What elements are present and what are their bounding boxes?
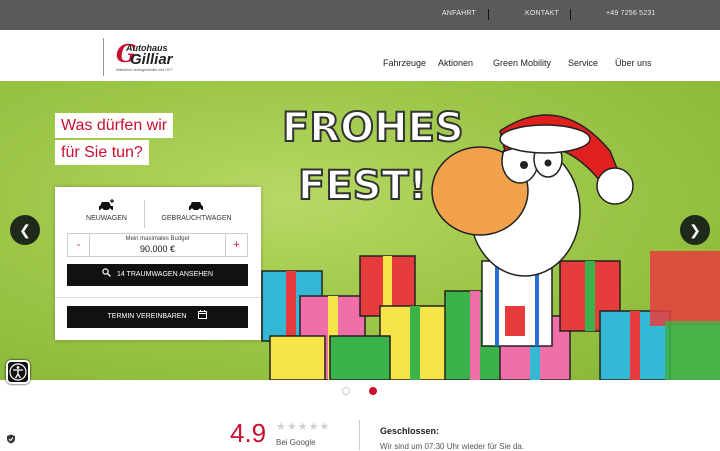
tab-neuwagen[interactable]: NEUWAGEN — [55, 187, 158, 233]
nav-green-mobility[interactable]: Green Mobility — [493, 58, 551, 68]
budget-value[interactable]: 90.000 € — [90, 244, 225, 254]
question-line2: für Sie tun? — [55, 140, 149, 165]
top-bar: ANFAHRT KONTAKT +49 7256 5231 — [0, 0, 720, 30]
tab-gebrauchtwagen[interactable]: GEBRAUCHTWAGEN — [145, 187, 248, 233]
divider — [570, 9, 571, 20]
tab-neuwagen-label: NEUWAGEN — [86, 215, 127, 222]
greeting-line2: FEST! — [298, 163, 427, 209]
nav-ueber-uns[interactable]: Über uns — [615, 58, 652, 68]
car-icon — [189, 202, 203, 212]
search-icon — [102, 268, 111, 277]
car-new-icon — [99, 199, 114, 212]
link-anfahrt[interactable]: ANFAHRT — [442, 10, 476, 17]
status-title: Geschlossen: — [380, 426, 440, 436]
rating-value: 4.9 — [230, 418, 267, 448]
nav-service[interactable]: Service — [568, 58, 598, 68]
slider-next-button[interactable]: ❯ — [680, 215, 710, 245]
privacy-shield-icon[interactable] — [4, 432, 18, 446]
greeting-line1: FROHES — [282, 105, 464, 151]
divider — [488, 9, 489, 20]
main-header: G Autohaus Gilliar Mitsubishi-Vertragshä… — [0, 30, 720, 81]
nav-aktionen[interactable]: Aktionen — [438, 58, 473, 68]
calendar-icon — [198, 310, 208, 319]
logo-line2: Gilliar — [130, 51, 173, 68]
slider-prev-button[interactable]: ❮ — [10, 215, 40, 245]
budget-decrease-button[interactable]: - — [68, 234, 90, 256]
chevron-left-icon: ❮ — [19, 222, 31, 238]
search-cars-label: 14 TRAUMWAGEN ANSEHEN — [116, 271, 214, 278]
appointment-label: TERMIN VEREINBAREN — [107, 313, 187, 320]
logo[interactable]: G Autohaus Gilliar Mitsubishi-Vertragshä… — [116, 42, 186, 73]
phone-link[interactable]: +49 7256 5231 — [606, 10, 656, 17]
appointment-button[interactable]: TERMIN VEREINBAREN — [67, 306, 248, 328]
tab-gebrauchtwagen-label: GEBRAUCHTWAGEN — [161, 215, 232, 222]
budget-stepper: - Mein maximales Budget 90.000 € + — [67, 233, 248, 257]
search-cars-button[interactable]: 14 TRAUMWAGEN ANSEHEN — [67, 264, 248, 286]
footer-divider — [359, 420, 360, 450]
budget-increase-button[interactable]: + — [225, 234, 247, 256]
link-kontakt[interactable]: KONTAKT — [525, 10, 559, 17]
slider-dot-2[interactable] — [369, 387, 377, 395]
accessibility-icon — [9, 363, 27, 381]
nav-fahrzeuge[interactable]: Fahrzeuge — [383, 58, 426, 68]
logo-tagline: Mitsubishi-Vertragshändler seit 1977 — [116, 68, 173, 72]
logo-divider — [103, 38, 104, 76]
rating-stars: ★★★★★ — [276, 421, 331, 433]
vehicle-search-panel: NEUWAGEN GEBRAUCHTWAGEN - Mein maximales… — [55, 187, 261, 340]
hero-question: Was dürfen wir für Sie tun? — [55, 113, 174, 167]
chevron-right-icon: ❯ — [689, 222, 701, 238]
budget-caption: Mein maximales Budget — [125, 236, 190, 242]
rating-source: Bei Google — [276, 438, 316, 447]
accessibility-button[interactable] — [6, 360, 30, 384]
question-line1: Was dürfen wir — [55, 113, 174, 138]
panel-divider — [55, 297, 261, 298]
slider-dot-1[interactable] — [342, 387, 350, 395]
